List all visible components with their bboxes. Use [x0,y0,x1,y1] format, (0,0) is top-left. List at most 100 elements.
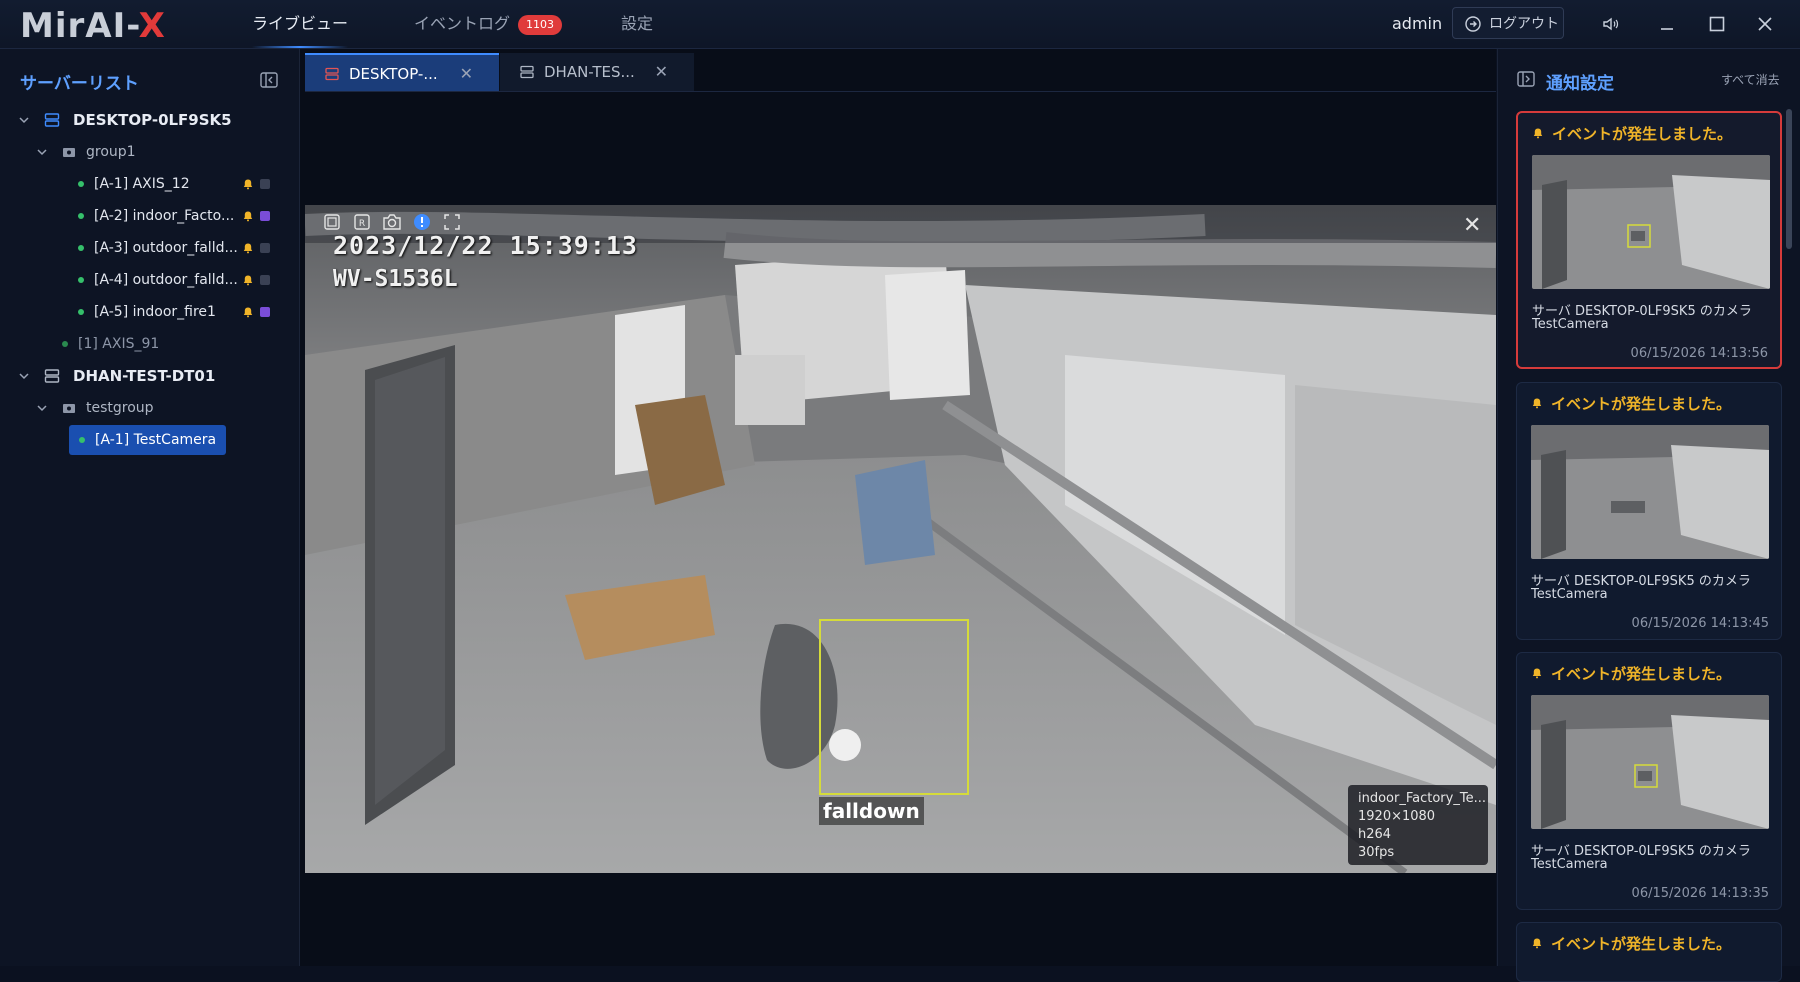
detection-box [819,619,969,795]
online-status-dot [79,437,85,443]
ai-status-icon [260,307,270,317]
tab-label: DHAN-TES... [544,63,635,81]
bell-icon [1532,938,1542,949]
stream-fps: 30fps [1358,845,1395,860]
server-node-dhan[interactable]: DHAN-TEST-DT01 [18,363,288,389]
collapse-sidebar-icon[interactable] [259,70,279,90]
logout-icon [1465,16,1481,32]
notification-card[interactable]: イベントが発生しました。 サーバ DESKTOP-0LF9SK5 のカメラ Te… [1516,652,1782,910]
nav-live-view[interactable]: ライブビュー [252,0,349,48]
notification-time: 06/15/2026 14:13:56 [1630,346,1768,361]
nav-event-log[interactable]: イベントログ 1103 [414,0,563,48]
event-thumbnail[interactable] [1531,695,1769,829]
server-list-title: サーバーリスト [20,74,139,94]
svg-text:R: R [359,219,365,229]
stream-codec: h264 [1358,827,1392,842]
server-icon [44,113,60,127]
online-status-dot [78,213,84,219]
camera-item-a1[interactable]: [A-1] AXIS_12 [78,171,278,197]
camera-label: [A-1] TestCamera [95,432,217,448]
camera-item-testcamera[interactable]: [A-1] TestCamera [69,425,227,455]
notification-camera: TestCamera [1532,317,1609,332]
camera-video-feed[interactable]: R ✕ 2023/12/22 15:39:13 WV-S1536L falldo… [305,205,1496,873]
online-status-dot [78,181,84,187]
online-status-dot [78,309,84,315]
camera-item-a2[interactable]: [A-2] indoor_Facto... [78,203,278,229]
online-status-dot [78,277,84,283]
close-window-icon[interactable] [1755,14,1775,34]
server-node-desktop[interactable]: DESKTOP-0LF9SK5 [18,107,288,133]
record-icon[interactable]: R [353,213,371,231]
volume-icon[interactable] [1601,14,1621,34]
panel-toggle-icon[interactable] [1516,69,1536,89]
camera-item-a5[interactable]: [A-5] indoor_fire1 [78,299,278,325]
username: admin [1392,14,1443,33]
scrollbar[interactable] [1786,109,1792,249]
recording-status-icon [260,243,270,253]
camera-item-axis91[interactable]: [1] AXIS_91 [62,331,262,357]
notification-time: 06/15/2026 14:13:35 [1631,886,1769,901]
group-node-group1[interactable]: group1 [36,139,276,165]
minimize-icon[interactable] [1657,14,1677,34]
server-icon [44,369,60,383]
server-name: DHAN-TEST-DT01 [73,367,216,385]
camera-item-a3[interactable]: [A-3] outdoor_falld... [78,235,278,261]
logout-button[interactable]: ログアウト [1452,7,1564,39]
server-name: DESKTOP-0LF9SK5 [73,111,232,129]
layout-icon[interactable] [323,213,341,231]
stream-resolution: 1920×1080 [1358,809,1436,824]
notification-camera: TestCamera [1531,587,1608,602]
close-video-icon[interactable]: ✕ [1463,213,1481,238]
tab-label: DESKTOP-... [349,65,438,83]
notification-time: 06/15/2026 14:13:45 [1631,616,1769,631]
clear-all-button[interactable]: すべて消去 [1721,71,1780,88]
detection-label: falldown [819,797,924,825]
notification-card[interactable]: イベントが発生しました。 サーバ DESKTOP-0LF9SK5 のカメラ Te… [1516,111,1782,369]
tab-desktop[interactable]: DESKTOP-... ✕ [305,53,499,91]
maximize-icon[interactable] [1707,14,1727,34]
notification-panel: 通知設定 すべて消去 イベントが発生しました。 サーバ DESKTOP-0LF9… [1497,49,1800,982]
notification-settings-title[interactable]: 通知設定 [1546,69,1614,94]
video-timestamp: 2023/12/22 15:39:13 [333,231,638,260]
snapshot-camera-icon[interactable] [381,212,403,232]
online-status-dot [78,245,84,251]
tab-dhan[interactable]: DHAN-TES... ✕ [500,53,694,91]
server-icon [520,65,534,79]
chevron-down-icon [37,149,47,156]
close-tab-icon[interactable]: ✕ [460,55,473,93]
close-tab-icon[interactable]: ✕ [655,53,668,91]
group-node-testgroup[interactable]: testgroup [36,395,276,421]
event-thumbnail[interactable] [1532,155,1770,289]
bell-icon [1532,668,1542,679]
event-count-badge: 1103 [518,14,563,35]
chevron-down-icon [19,373,29,380]
camera-label: [1] AXIS_91 [78,336,160,352]
stream-info-panel: indoor_Factory_Te... 1920×1080 h264 30fp… [1348,785,1488,865]
camera-label: [A-1] AXIS_12 [94,176,190,192]
camera-label: [A-5] indoor_fire1 [94,304,216,320]
notification-card[interactable]: イベントが発生しました。 [1516,922,1782,982]
camera-item-a4[interactable]: [A-4] outdoor_falld... [78,267,278,293]
notification-title: イベントが発生しました。 [1551,935,1732,953]
bell-icon [243,275,253,286]
folder-camera-icon [63,148,75,157]
chevron-down-icon [19,117,29,124]
notification-card[interactable]: イベントが発生しました。 サーバ DESKTOP-0LF9SK5 のカメラ Te… [1516,382,1782,640]
app-logo: MirAI-X [20,6,166,46]
notification-title: イベントが発生しました。 [1552,125,1733,143]
top-bar: MirAI-X ライブビュー イベントログ 1103 設定 admin ログアウト [0,0,1800,49]
bell-icon [243,307,253,318]
tab-divider [305,91,1496,92]
camera-label: [A-3] outdoor_falld... [94,240,238,256]
ai-status-icon [260,211,270,221]
group-name: testgroup [86,400,154,416]
online-status-dot [62,341,68,347]
camera-model-label: WV-S1536L [333,266,458,292]
recording-status-icon [260,275,270,285]
event-thumbnail[interactable] [1531,425,1769,559]
nav-settings[interactable]: 設定 [621,0,653,48]
logout-label: ログアウト [1489,16,1559,32]
stream-name: indoor_Factory_Te... [1358,791,1486,806]
info-icon[interactable] [413,213,431,231]
fullscreen-icon[interactable] [443,213,461,231]
